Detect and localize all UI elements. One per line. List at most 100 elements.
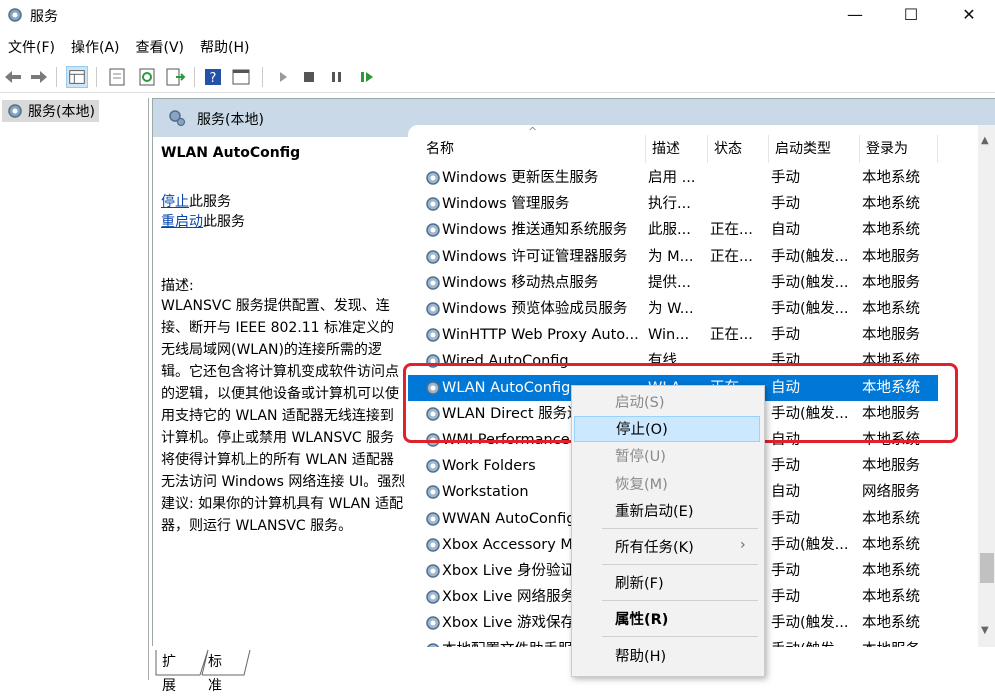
cell-status: 正在...: [710, 327, 753, 344]
close-button[interactable]: ✕: [946, 0, 992, 30]
cell-startup: 手动: [771, 170, 800, 186]
cell-logon: 本地系统: [862, 196, 920, 213]
show-hide-console-tree-icon[interactable]: [66, 66, 88, 88]
cell-startup: 手动: [771, 327, 800, 344]
menu-file[interactable]: 文件(F): [0, 36, 63, 60]
ctx-separator: [602, 528, 758, 529]
column-header-status[interactable]: 状态: [708, 135, 769, 163]
cell-startup: 手动: [771, 458, 800, 475]
tree-item-label: 服务(本地): [28, 104, 95, 120]
cell-logon: 网络服务: [862, 484, 920, 501]
description-label: 描述:: [161, 278, 194, 294]
service-gear-icon: [426, 249, 440, 264]
back-arrow-icon[interactable]: [2, 66, 24, 88]
cell-logon: 本地服务: [862, 248, 920, 265]
cell-name: Windows 预览体验成员服务: [442, 301, 628, 317]
scroll-down-icon[interactable]: ▼: [981, 625, 989, 636]
refresh-icon[interactable]: [136, 66, 158, 88]
help-icon[interactable]: ?: [202, 66, 224, 88]
description-pane: WLAN AutoConfig 停止此服务 重启动此服务 描述: WLANSVC…: [153, 137, 408, 647]
panel-title: 服务(本地): [197, 112, 264, 128]
stop-service-link[interactable]: 停止: [161, 194, 189, 210]
ctx-separator: [602, 600, 758, 601]
column-header-description[interactable]: 描述: [646, 135, 708, 163]
ctx-stop[interactable]: 停止(O): [574, 416, 760, 442]
table-row[interactable]: Windows 移动热点服务 提供... 手动(触发... 本地服务: [408, 270, 938, 296]
scrollbar-thumb[interactable]: [980, 553, 994, 583]
console-tree: 服务(本地): [0, 98, 149, 680]
pause-service-icon[interactable]: [326, 66, 348, 88]
cell-desc: 为 M...: [648, 248, 694, 265]
column-header-logon-as[interactable]: 登录为: [860, 135, 938, 163]
menu-help[interactable]: 帮助(H): [192, 36, 257, 60]
toolbar: ?: [0, 64, 995, 93]
table-row[interactable]: Windows 预览体验成员服务 为 W... 手动(触发... 本地系统: [408, 296, 938, 322]
table-row[interactable]: Windows 推送通知系统服务 此服... 正在... 自动 本地系统: [408, 217, 938, 243]
cell-desc: 执行...: [648, 196, 691, 213]
service-gear-icon: [426, 197, 440, 211]
cell-name: Windows 移动热点服务: [442, 274, 599, 291]
service-gear-icon: [426, 328, 440, 342]
cell-name: Windows 推送通知系统服务: [442, 222, 628, 239]
service-gear-icon: [426, 511, 440, 526]
stop-service-line: 停止此服务: [161, 191, 231, 211]
service-gear-icon: [426, 459, 440, 473]
cell-logon: 本地系统: [862, 589, 920, 606]
column-header-startup-type[interactable]: 启动类型: [769, 135, 860, 163]
table-row[interactable]: WinHTTP Web Proxy Auto... Win... 正在... 手动 本地…: [408, 322, 938, 348]
ctx-resume[interactable]: 恢复(M): [574, 472, 760, 498]
stop-service-suffix: 此服务: [189, 194, 231, 210]
ctx-separator: [602, 636, 758, 637]
cell-logon: 本地系统: [862, 536, 920, 553]
cell-startup: 手动(触发...: [771, 536, 849, 553]
cell-desc: 提供...: [648, 274, 691, 291]
cell-name: WinHTTP Web Proxy Auto...: [442, 327, 639, 344]
ctx-restart[interactable]: 重新启动(E): [574, 499, 760, 525]
title-bar: 服务 — ☐ ✕: [0, 0, 995, 32]
properties-sheet-icon[interactable]: [106, 66, 128, 88]
table-row[interactable]: Windows 许可证管理器服务 为 M... 正在... 手动(触发... 本地服务: [408, 244, 938, 270]
cell-startup: 手动(触发...: [771, 615, 849, 632]
vertical-scrollbar[interactable]: ▲ ▼: [978, 125, 995, 647]
restart-service-link[interactable]: 重启动: [161, 214, 203, 230]
scroll-up-icon[interactable]: ▲: [981, 135, 989, 146]
ctx-start[interactable]: 启动(S): [574, 390, 760, 416]
forward-arrow-icon[interactable]: [28, 66, 50, 88]
column-header-name[interactable]: 名称: [420, 135, 646, 163]
restart-service-icon[interactable]: [356, 66, 378, 88]
service-gear-icon: [426, 171, 440, 185]
service-gear-icon: [426, 485, 440, 500]
cell-logon: 本地系统: [862, 301, 920, 317]
tab-extended[interactable]: 扩展: [156, 650, 182, 694]
start-service-icon[interactable]: [272, 66, 294, 88]
ctx-refresh[interactable]: 刷新(F): [574, 571, 760, 597]
tree-item-services-local[interactable]: 服务(本地): [2, 100, 99, 122]
maximize-button[interactable]: ☐: [888, 0, 934, 30]
service-gear-icon: [426, 223, 440, 238]
cell-startup: 手动(触发...: [771, 248, 849, 265]
menu-action[interactable]: 操作(A): [63, 36, 128, 60]
selected-service-name: WLAN AutoConfig: [161, 145, 301, 161]
ctx-pause[interactable]: 暂停(U): [574, 444, 760, 470]
menu-view[interactable]: 查看(V): [128, 36, 193, 60]
tab-standard[interactable]: 标准: [202, 650, 228, 694]
cell-desc: 此服...: [648, 222, 691, 239]
services-gear-icon: [169, 110, 186, 127]
services-gear-icon: [8, 8, 22, 22]
cell-logon: 本地服务: [862, 274, 920, 291]
console-view-icon[interactable]: [230, 66, 252, 88]
cell-desc: 为 W...: [648, 301, 694, 317]
table-row[interactable]: Windows 更新医生服务 启用 ... 手动 本地系统: [408, 165, 938, 191]
service-gear-icon: [426, 564, 440, 578]
cell-logon: 本地服务: [862, 458, 920, 475]
ctx-separator: [602, 564, 758, 565]
export-list-icon[interactable]: [164, 66, 186, 88]
stop-service-icon[interactable]: [298, 66, 320, 88]
minimize-button[interactable]: —: [832, 0, 878, 30]
ctx-all-tasks[interactable]: 所有任务(K): [574, 535, 760, 561]
cell-logon: 本地系统: [862, 563, 920, 579]
service-gear-icon: [426, 616, 440, 631]
ctx-help[interactable]: 帮助(H): [574, 644, 760, 670]
table-row[interactable]: Windows 管理服务 执行... 手动 本地系统: [408, 191, 938, 217]
ctx-properties[interactable]: 属性(R): [574, 607, 760, 633]
